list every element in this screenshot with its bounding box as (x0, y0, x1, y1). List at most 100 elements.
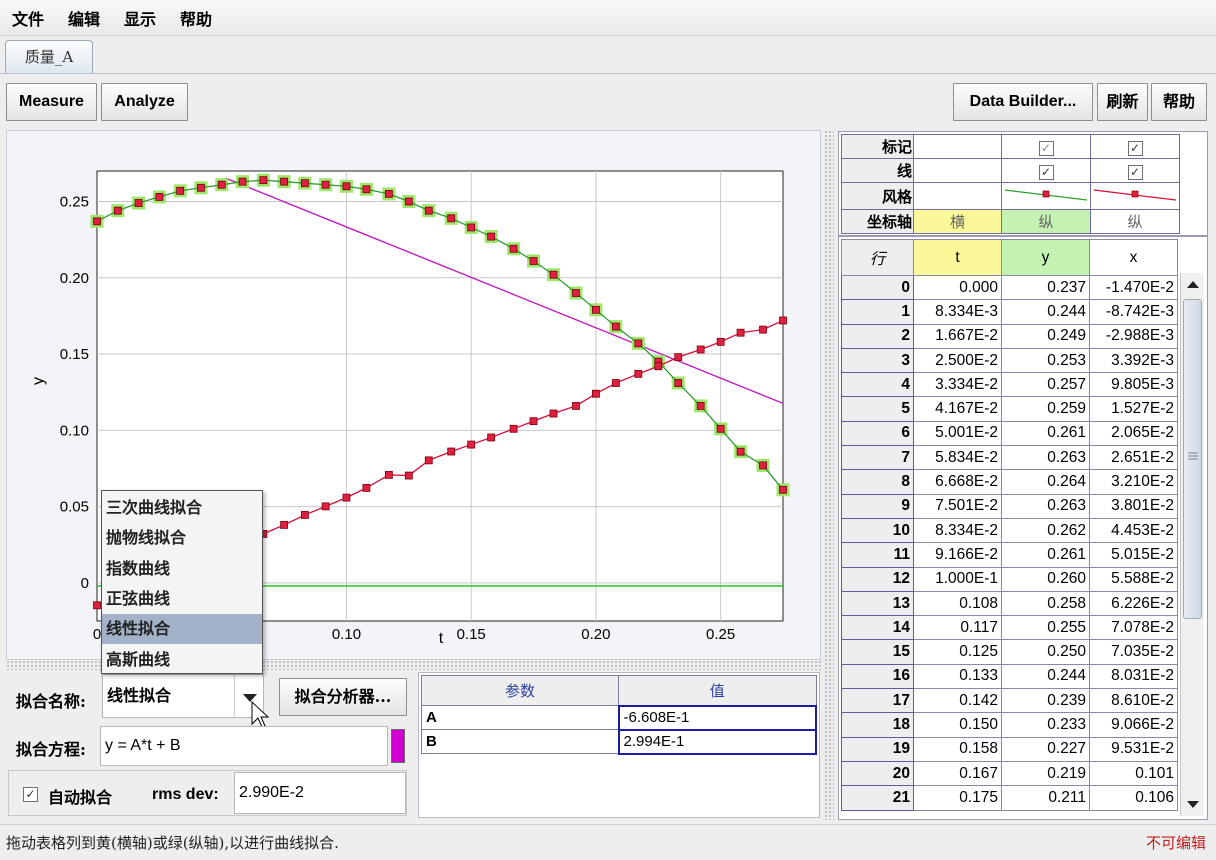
table-row[interactable]: 5 4.167E-2 0.259 1.527E-2 (841, 396, 1178, 422)
table-row[interactable]: 3 2.500E-2 0.253 3.392E-3 (841, 347, 1178, 374)
table-row[interactable]: 9 7.501E-2 0.263 3.801E-2 (841, 493, 1178, 519)
cell-t[interactable]: 3.334E-2 (913, 372, 1002, 398)
data-builder-button[interactable]: Data Builder... (953, 83, 1093, 121)
cell-t[interactable]: 0.133 (913, 663, 1002, 690)
cell-t[interactable]: 4.167E-2 (913, 396, 1002, 422)
line-x-checkbox[interactable]: ✓ (1127, 164, 1143, 180)
cell-y[interactable]: 0.264 (1001, 469, 1090, 495)
table-row[interactable]: 1 8.334E-3 0.244 -8.742E-3 (841, 299, 1178, 325)
cell-x[interactable]: 3.392E-3 (1089, 347, 1178, 374)
cell-t[interactable]: 6.668E-2 (913, 469, 1002, 495)
axis-role-vertical-y[interactable]: 纵 (1001, 209, 1091, 234)
cell-y[interactable]: 0.258 (1001, 590, 1090, 617)
menu-file[interactable]: 文件 (12, 6, 44, 30)
style-cell-y[interactable] (1001, 182, 1091, 210)
cell-x[interactable]: 1.527E-2 (1089, 396, 1178, 422)
vertical-split-handle[interactable] (824, 130, 834, 820)
fit-color-swatch[interactable] (391, 729, 405, 763)
table-row[interactable]: B 2.994E-1 (421, 728, 817, 755)
cell-t[interactable]: 2.500E-2 (913, 347, 1002, 374)
axis-role-horizontal[interactable]: 横 (913, 209, 1002, 234)
cell-y[interactable]: 0.244 (1001, 663, 1090, 690)
cell-x[interactable]: 9.805E-3 (1089, 372, 1178, 398)
table-row[interactable]: 17 0.142 0.239 8.610E-2 (841, 688, 1178, 714)
cell-x[interactable]: 3.801E-2 (1089, 493, 1178, 519)
table-row[interactable]: 14 0.117 0.255 7.078E-2 (841, 615, 1178, 641)
axis-role-vertical-x[interactable]: 纵 (1090, 209, 1180, 234)
menu-help[interactable]: 帮助 (180, 6, 212, 30)
cell-x[interactable]: -2.988E-3 (1089, 323, 1178, 349)
cell-x[interactable]: 7.078E-2 (1089, 615, 1178, 641)
scroll-thumb[interactable] (1183, 299, 1202, 619)
table-row[interactable]: 2 1.667E-2 0.249 -2.988E-3 (841, 323, 1178, 349)
cell-t[interactable]: 1.667E-2 (913, 323, 1002, 349)
cell-x[interactable]: 2.651E-2 (1089, 445, 1178, 471)
table-row[interactable]: 8 6.668E-2 0.264 3.210E-2 (841, 469, 1178, 495)
cell-y[interactable]: 0.244 (1001, 299, 1090, 325)
menu-edit[interactable]: 编辑 (68, 6, 100, 30)
style-cell-x[interactable] (1090, 182, 1180, 210)
cell-x[interactable]: -1.470E-2 (1089, 274, 1178, 301)
cell-x[interactable]: 9.531E-2 (1089, 736, 1178, 762)
table-row[interactable]: 21 0.175 0.211 0.106 (841, 785, 1178, 811)
cell-y[interactable]: 0.260 (1001, 566, 1090, 592)
cell-y[interactable]: 0.237 (1001, 274, 1090, 301)
cell-x[interactable]: 2.065E-2 (1089, 420, 1178, 447)
cell-x[interactable]: 4.453E-2 (1089, 517, 1178, 544)
table-row[interactable]: 4 3.334E-2 0.257 9.805E-3 (841, 372, 1178, 398)
cell-x[interactable]: 9.066E-2 (1089, 712, 1178, 738)
cell-x[interactable]: 5.015E-2 (1089, 542, 1178, 568)
cell-x[interactable]: 3.210E-2 (1089, 469, 1178, 495)
measure-button[interactable]: Measure (6, 83, 97, 121)
param-value[interactable]: -6.608E-1 (617, 704, 817, 731)
cell-t[interactable]: 0.175 (913, 785, 1002, 811)
table-row[interactable]: 13 0.108 0.258 6.226E-2 (841, 590, 1178, 617)
cell-y[interactable]: 0.261 (1001, 420, 1090, 447)
cell-t[interactable]: 8.334E-3 (913, 299, 1002, 325)
cell-t[interactable]: 0.117 (913, 615, 1002, 641)
cell-t[interactable]: 5.001E-2 (913, 420, 1002, 447)
cell-y[interactable]: 0.250 (1001, 639, 1090, 665)
param-value[interactable]: 2.994E-1 (617, 728, 817, 755)
cell-t[interactable]: 0.142 (913, 688, 1002, 714)
cell-t[interactable]: 0.108 (913, 590, 1002, 617)
table-row[interactable]: 19 0.158 0.227 9.531E-2 (841, 736, 1178, 762)
cell-y[interactable]: 0.259 (1001, 396, 1090, 422)
cell-x[interactable]: 0.106 (1089, 785, 1178, 811)
table-row[interactable]: 11 9.166E-2 0.261 5.015E-2 (841, 542, 1178, 568)
cell-y[interactable]: 0.263 (1001, 445, 1090, 471)
cell-y[interactable]: 0.239 (1001, 688, 1090, 714)
table-row[interactable]: A -6.608E-1 (421, 704, 817, 731)
cell-y[interactable]: 0.249 (1001, 323, 1090, 349)
column-header-x[interactable]: x (1089, 239, 1178, 276)
auto-fit-checkbox[interactable]: ✓ (23, 787, 38, 802)
cell-y[interactable]: 0.262 (1001, 517, 1090, 544)
cell-x[interactable]: 5.588E-2 (1089, 566, 1178, 592)
cell-t[interactable]: 1.000E-1 (913, 566, 1002, 592)
cell-x[interactable]: -8.742E-3 (1089, 299, 1178, 325)
cell-t[interactable]: 0.158 (913, 736, 1002, 762)
cell-t[interactable]: 5.834E-2 (913, 445, 1002, 471)
table-row[interactable]: 6 5.001E-2 0.261 2.065E-2 (841, 420, 1178, 447)
tab-mass-a[interactable]: 质量_A (5, 40, 93, 73)
cell-y[interactable]: 0.233 (1001, 712, 1090, 738)
help-button[interactable]: 帮助 (1151, 83, 1207, 121)
cell-t[interactable]: 0.167 (913, 760, 1002, 787)
scroll-down-icon[interactable] (1181, 792, 1205, 816)
table-row[interactable]: 10 8.334E-2 0.262 4.453E-2 (841, 517, 1178, 544)
marker-y-checkbox[interactable]: ✓ (1038, 140, 1054, 156)
column-header-y[interactable]: y (1001, 239, 1090, 276)
cell-t[interactable]: 0.150 (913, 712, 1002, 738)
cell-t[interactable]: 9.166E-2 (913, 542, 1002, 568)
line-y-checkbox[interactable]: ✓ (1038, 164, 1054, 180)
cell-t[interactable]: 0.125 (913, 639, 1002, 665)
fit-option[interactable]: 三次曲线拟合 (102, 493, 262, 523)
fit-option[interactable]: 正弦曲线 (102, 584, 262, 614)
table-row[interactable]: 18 0.150 0.233 9.066E-2 (841, 712, 1178, 738)
table-row[interactable]: 20 0.167 0.219 0.101 (841, 760, 1178, 787)
table-row[interactable]: 15 0.125 0.250 7.035E-2 (841, 639, 1178, 665)
column-header-t[interactable]: t (913, 239, 1002, 276)
cell-t[interactable]: 0.000 (913, 274, 1002, 301)
cell-y[interactable]: 0.257 (1001, 372, 1090, 398)
cell-y[interactable]: 0.261 (1001, 542, 1090, 568)
